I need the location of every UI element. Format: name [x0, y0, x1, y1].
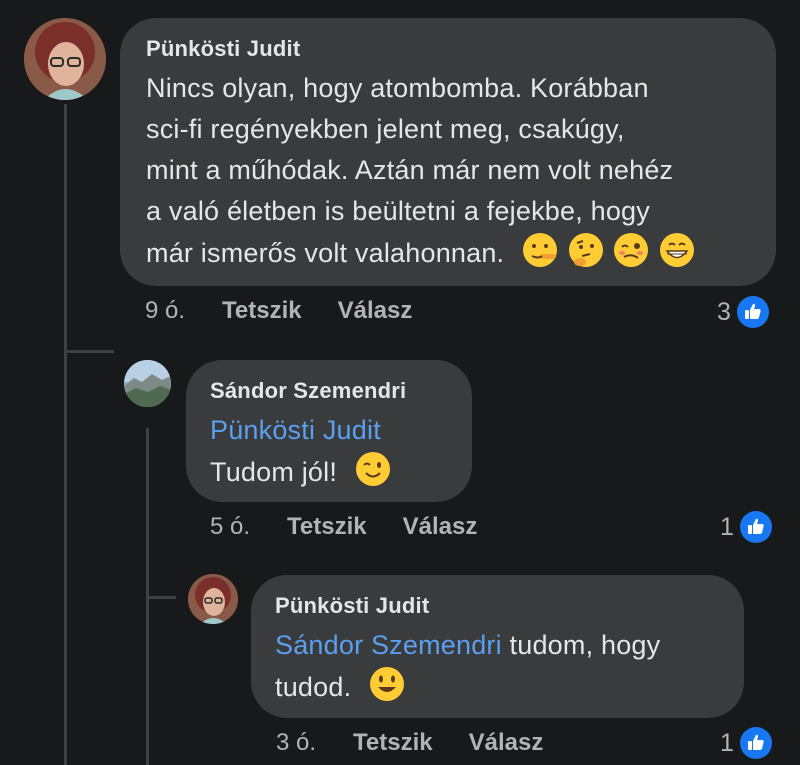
avatar[interactable] [24, 18, 106, 100]
thumbs-up-icon [739, 727, 772, 759]
lying-face-emoji-icon [522, 233, 557, 267]
comment-text-line: sci-fi regényekben jelent meg, csakúgy, [146, 114, 625, 144]
comment-text: Nincs olyan, hogy atombomba. Korábban sc… [146, 68, 750, 274]
winking-face-emoji-icon [355, 452, 390, 486]
like-button[interactable]: Tetszik [353, 729, 433, 757]
mention-link[interactable]: Sándor Szemendri [275, 630, 502, 660]
comment-author[interactable]: Sándor Szemendri [210, 378, 448, 404]
mention-link[interactable]: Pünkösti Judit [210, 410, 448, 451]
comment-text-line: már ismerős volt valahonnan. [146, 232, 750, 274]
comment-author[interactable]: Pünkösti Judit [275, 593, 720, 619]
comment-text-line: mint a műhódak. Aztán már nem volt nehéz [146, 155, 674, 185]
comment-text-line: Tudom jól! [210, 451, 448, 493]
comment-text-line: Sándor Szemendri tudom, hogy [275, 625, 720, 666]
reaction-summary[interactable]: 3 [717, 296, 769, 328]
smiling-face-emoji-icon [369, 667, 404, 701]
thread-line-main [64, 104, 67, 765]
thumbs-up-icon [736, 296, 769, 328]
comment-text-span: tudom, hogy [501, 630, 661, 660]
like-button[interactable]: Tetszik [287, 513, 367, 541]
comment-text-span: Tudom jól! [210, 457, 338, 487]
thumbs-up-icon [739, 511, 772, 543]
comment-bubble: Pünkösti Judit Sándor Szemendri tudom, h… [251, 575, 744, 718]
avatar[interactable] [188, 574, 238, 624]
reaction-count: 3 [717, 297, 731, 326]
comment-actions: 3 ó. Tetszik Válasz [276, 729, 579, 757]
comment-actions: 9 ó. Tetszik Válasz [145, 297, 448, 325]
comment-actions: 5 ó. Tetszik Válasz [210, 513, 513, 541]
reaction-count: 1 [720, 512, 734, 541]
comment-timestamp[interactable]: 9 ó. [145, 297, 185, 325]
like-button[interactable]: Tetszik [222, 297, 302, 325]
comment-text: Pünkösti Judit Tudom jól! [210, 410, 448, 493]
thinking-face-emoji-icon [568, 233, 603, 267]
thread-line-branch-2 [146, 596, 176, 599]
comment-author[interactable]: Pünkösti Judit [146, 36, 750, 62]
comment-text: Sándor Szemendri tudom, hogy tudod. [275, 625, 720, 708]
reaction-summary[interactable]: 1 [720, 511, 772, 543]
avatar[interactable] [124, 360, 171, 407]
thread-line-branch [64, 350, 114, 353]
reaction-count: 1 [720, 728, 734, 757]
reply-button[interactable]: Válasz [469, 729, 544, 757]
comment-text-line-5: már ismerős volt valahonnan. [146, 238, 505, 268]
comment-text-span: tudod. [275, 672, 352, 702]
reply-button[interactable]: Válasz [338, 297, 413, 325]
comment-timestamp[interactable]: 3 ó. [276, 729, 316, 757]
reply-button[interactable]: Válasz [403, 513, 478, 541]
comment-bubble: Sándor Szemendri Pünkösti Judit Tudom jó… [186, 360, 472, 502]
reaction-summary[interactable]: 1 [720, 727, 772, 759]
comment-bubble: Pünkösti Judit Nincs olyan, hogy atombom… [120, 18, 776, 286]
comment-text-line: a való életben is beültetni a fejekbe, h… [146, 196, 650, 226]
comment-timestamp[interactable]: 5 ó. [210, 513, 250, 541]
comment-text-line: tudod. [275, 666, 720, 708]
woozy-face-emoji-icon [614, 233, 649, 267]
comment-text-line: Nincs olyan, hogy atombomba. Korábban [146, 73, 649, 103]
grinning-face-emoji-icon [660, 233, 695, 267]
